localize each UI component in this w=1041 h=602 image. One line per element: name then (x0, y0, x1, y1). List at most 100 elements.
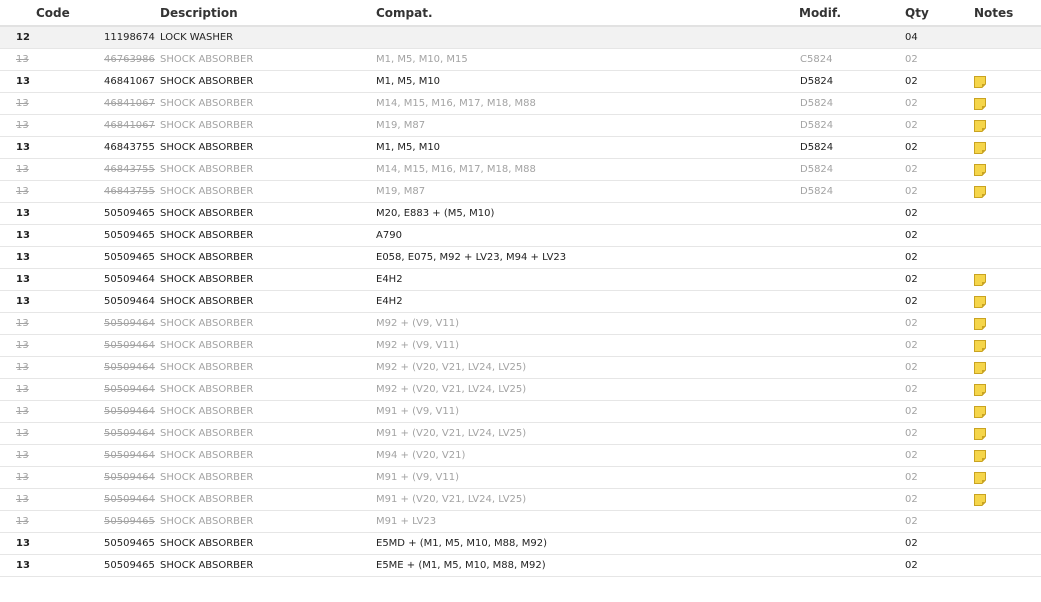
cell-description: SHOCK ABSORBER (160, 76, 254, 87)
header-compat[interactable]: Compat. (376, 6, 433, 20)
cell-code: 50509464 (104, 362, 155, 373)
cell-code: 11198674 (104, 32, 155, 43)
note-icon[interactable] (974, 362, 986, 374)
header-notes[interactable]: Notes (974, 6, 1013, 20)
note-icon[interactable] (974, 494, 986, 506)
table-row[interactable]: 13 50509465 SHOCK ABSORBER E5ME + (M1, M… (0, 555, 1041, 577)
cell-description: SHOCK ABSORBER (160, 164, 254, 175)
cell-position: 13 (16, 450, 29, 461)
cell-position: 13 (16, 428, 29, 439)
cell-description: SHOCK ABSORBER (160, 494, 254, 505)
note-icon[interactable] (974, 450, 986, 462)
note-icon[interactable] (974, 318, 986, 330)
table-row[interactable]: 13 50509464 SHOCK ABSORBER M91 + (V20, V… (0, 423, 1041, 445)
cell-description: SHOCK ABSORBER (160, 318, 254, 329)
note-icon[interactable] (974, 186, 986, 198)
cell-compat: M19, M87 (376, 120, 426, 131)
table-row[interactable]: 13 46841067 SHOCK ABSORBER M1, M5, M10 D… (0, 71, 1041, 93)
cell-code: 50509465 (104, 516, 155, 527)
table-row[interactable]: 13 50509465 SHOCK ABSORBER E5MD + (M1, M… (0, 533, 1041, 555)
note-icon[interactable] (974, 120, 986, 132)
note-icon[interactable] (974, 428, 986, 440)
cell-description: SHOCK ABSORBER (160, 296, 254, 307)
table-row[interactable]: 12 11198674 LOCK WASHER 04 (0, 27, 1041, 49)
table-row[interactable]: 13 50509465 SHOCK ABSORBER M91 + LV23 02 (0, 511, 1041, 533)
table-row[interactable]: 13 50509465 SHOCK ABSORBER M20, E883 + (… (0, 203, 1041, 225)
table-row[interactable]: 13 46843755 SHOCK ABSORBER M14, M15, M16… (0, 159, 1041, 181)
cell-qty: 02 (905, 406, 918, 417)
cell-qty: 02 (905, 120, 918, 131)
table-row[interactable]: 13 50509464 SHOCK ABSORBER M92 + (V20, V… (0, 357, 1041, 379)
cell-modif: D5824 (800, 98, 834, 109)
note-icon[interactable] (974, 384, 986, 396)
cell-code: 50509465 (104, 560, 155, 571)
table-row[interactable]: 13 50509464 SHOCK ABSORBER M91 + (V20, V… (0, 489, 1041, 511)
cell-code: 46763986 (104, 54, 155, 65)
cell-qty: 02 (905, 76, 918, 87)
note-icon[interactable] (974, 406, 986, 418)
cell-compat: E058, E075, M92 + LV23, M94 + LV23 (376, 252, 567, 263)
note-icon[interactable] (974, 274, 986, 286)
cell-code: 50509465 (104, 208, 155, 219)
header-code[interactable]: Code (36, 6, 70, 20)
cell-compat: M92 + (V20, V21, LV24, LV25) (376, 384, 527, 395)
cell-position: 13 (16, 274, 30, 285)
cell-compat: M91 + (V20, V21, LV24, LV25) (376, 428, 527, 439)
cell-code: 50509464 (104, 472, 155, 483)
cell-compat: M92 + (V9, V11) (376, 340, 460, 351)
cell-qty: 02 (905, 318, 918, 329)
table-row[interactable]: 13 50509464 SHOCK ABSORBER M94 + (V20, V… (0, 445, 1041, 467)
table-row[interactable]: 13 50509464 SHOCK ABSORBER M91 + (V9, V1… (0, 467, 1041, 489)
table-row[interactable]: 13 46843755 SHOCK ABSORBER M19, M87 D582… (0, 181, 1041, 203)
cell-compat: M91 + LV23 (376, 516, 437, 527)
table-row[interactable]: 13 50509464 SHOCK ABSORBER M92 + (V20, V… (0, 379, 1041, 401)
cell-position: 13 (16, 296, 30, 307)
cell-code: 50509465 (104, 538, 155, 549)
header-modif[interactable]: Modif. (799, 6, 841, 20)
cell-position: 13 (16, 230, 30, 241)
table-row[interactable]: 13 46841067 SHOCK ABSORBER M14, M15, M16… (0, 93, 1041, 115)
parts-table: Code Description Compat. Modif. Qty Note… (0, 0, 1041, 577)
cell-compat: M91 + (V20, V21, LV24, LV25) (376, 494, 527, 505)
cell-code: 50509464 (104, 318, 155, 329)
table-row[interactable]: 13 50509465 SHOCK ABSORBER E058, E075, M… (0, 247, 1041, 269)
note-icon[interactable] (974, 98, 986, 110)
header-qty[interactable]: Qty (905, 6, 929, 20)
cell-qty: 02 (905, 362, 918, 373)
cell-qty: 02 (905, 164, 918, 175)
cell-qty: 02 (905, 186, 918, 197)
cell-description: SHOCK ABSORBER (160, 450, 254, 461)
cell-qty: 02 (905, 340, 918, 351)
cell-position: 13 (16, 142, 30, 153)
note-icon[interactable] (974, 340, 986, 352)
table-row[interactable]: 13 50509465 SHOCK ABSORBER A790 02 (0, 225, 1041, 247)
cell-compat: M92 + (V9, V11) (376, 318, 460, 329)
cell-position: 13 (16, 406, 29, 417)
header-description[interactable]: Description (160, 6, 238, 20)
cell-modif: D5824 (800, 120, 834, 131)
cell-qty: 02 (905, 54, 918, 65)
cell-compat: M91 + (V9, V11) (376, 406, 460, 417)
table-row[interactable]: 13 50509464 SHOCK ABSORBER M92 + (V9, V1… (0, 313, 1041, 335)
table-row[interactable]: 13 50509464 SHOCK ABSORBER M92 + (V9, V1… (0, 335, 1041, 357)
table-row[interactable]: 13 46841067 SHOCK ABSORBER M19, M87 D582… (0, 115, 1041, 137)
cell-position: 13 (16, 538, 30, 549)
note-icon[interactable] (974, 296, 986, 308)
cell-code: 46841067 (104, 76, 155, 87)
cell-description: SHOCK ABSORBER (160, 406, 254, 417)
table-row[interactable]: 13 50509464 SHOCK ABSORBER E4H2 02 (0, 269, 1041, 291)
note-icon[interactable] (974, 472, 986, 484)
cell-qty: 02 (905, 516, 918, 527)
note-icon[interactable] (974, 164, 986, 176)
table-row[interactable]: 13 46843755 SHOCK ABSORBER M1, M5, M10 D… (0, 137, 1041, 159)
note-icon[interactable] (974, 142, 986, 154)
cell-compat: M92 + (V20, V21, LV24, LV25) (376, 362, 527, 373)
note-icon[interactable] (974, 76, 986, 88)
table-row[interactable]: 13 46763986 SHOCK ABSORBER M1, M5, M10, … (0, 49, 1041, 71)
table-row[interactable]: 13 50509464 SHOCK ABSORBER E4H2 02 (0, 291, 1041, 313)
cell-description: SHOCK ABSORBER (160, 186, 254, 197)
cell-description: SHOCK ABSORBER (160, 538, 254, 549)
cell-position: 12 (16, 32, 30, 43)
table-row[interactable]: 13 50509464 SHOCK ABSORBER M91 + (V9, V1… (0, 401, 1041, 423)
cell-qty: 02 (905, 142, 918, 153)
